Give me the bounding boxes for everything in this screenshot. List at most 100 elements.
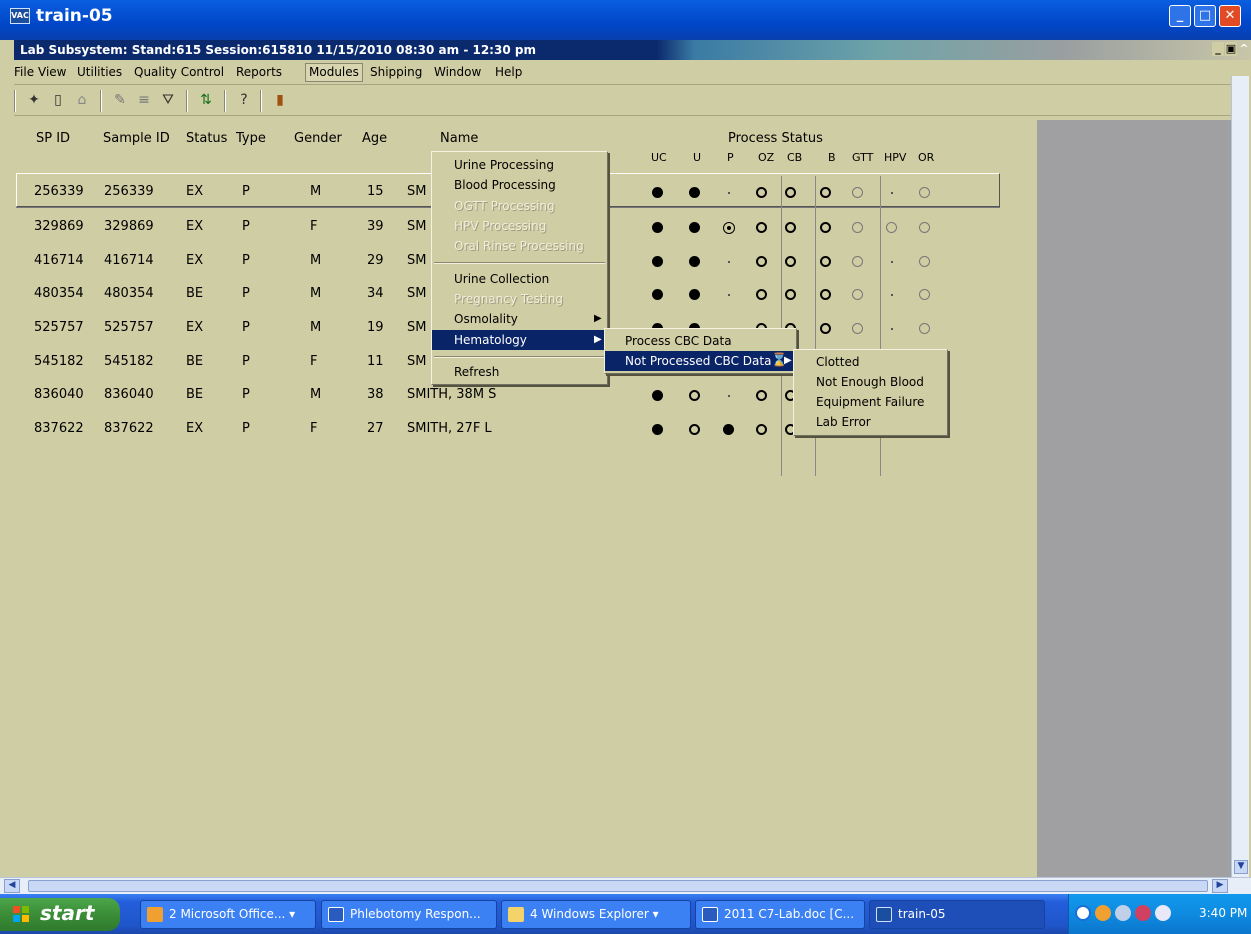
cell-name: SM — [407, 219, 427, 234]
cell-name: SM — [407, 253, 427, 268]
toolbar-separator — [186, 90, 188, 112]
menu-separator — [434, 262, 605, 264]
process-status-fill-icon — [652, 256, 663, 267]
menu-item-refresh[interactable]: Refresh — [432, 362, 607, 382]
menu-utilities[interactable]: Utilities — [77, 65, 122, 79]
task-word-doc[interactable]: 2011 C7-Lab.doc [C... — [695, 900, 865, 929]
task-label: 4 Windows Explorer — [530, 907, 649, 921]
outlook-tray-icon[interactable] — [1095, 905, 1111, 921]
tray-arrow-icon[interactable] — [1075, 905, 1091, 921]
window-title-bar[interactable]: VAC train-05 _ □ ✕ — [0, 0, 1251, 40]
submenu-arrow-icon: ▶ — [594, 313, 602, 324]
menu-item-hematology[interactable]: Hematology — [432, 330, 607, 350]
col-header-gender: Gender — [294, 131, 342, 146]
scroll-up-icon[interactable]: ^ — [1238, 42, 1250, 56]
process-status-ringlite-icon — [919, 187, 930, 198]
exit-icon[interactable]: ▮ — [270, 90, 290, 110]
shipping-icon[interactable]: ⛛ — [158, 90, 178, 110]
cell-status: EX — [186, 219, 204, 234]
start-label: start — [40, 901, 95, 925]
menu-item-urine-collection[interactable]: Urine Collection — [432, 269, 607, 289]
menu-view[interactable]: View — [38, 65, 66, 79]
edit-icon[interactable]: ✎ — [110, 90, 130, 110]
clipboard-icon[interactable]: ▯ — [48, 90, 68, 110]
mdi-window-controls[interactable]: _ ▣ ^ — [1210, 42, 1250, 58]
horizontal-scroll-thumb[interactable] — [28, 880, 1208, 892]
process-status-ringlite-icon — [919, 222, 930, 233]
scroll-right-icon[interactable]: ▶ — [1212, 879, 1228, 893]
task-train-05[interactable]: train-05 — [869, 900, 1045, 929]
process-header-or: OR — [918, 151, 935, 164]
col-header-age: Age — [362, 131, 388, 146]
task-windows-explorer[interactable]: 4 Windows Explorer ▾ — [501, 900, 691, 929]
menu-reports[interactable]: Reports — [236, 65, 282, 79]
mdi-restore-icon[interactable]: ▣ — [1225, 42, 1237, 56]
process-header-uc: UC — [651, 151, 667, 164]
network-tray-icon[interactable] — [1135, 905, 1151, 921]
cell-sp-id: 545182 — [34, 354, 84, 369]
cell-gender: F — [310, 354, 318, 369]
toolbar-grip — [14, 90, 16, 112]
process-status-dot-icon — [723, 256, 735, 268]
menu-item-urine-processing[interactable]: Urine Processing — [432, 155, 607, 175]
process-status-ring-icon — [785, 222, 796, 233]
cell-status: EX — [186, 253, 204, 268]
menu-item-osmolality[interactable]: Osmolality — [432, 309, 607, 329]
process-status-ring-icon — [785, 187, 796, 198]
process-status-fill-icon — [652, 187, 663, 198]
process-status-ring-icon — [689, 424, 700, 435]
cell-sample-id: 525757 — [104, 320, 154, 335]
cell-age: 39 — [367, 219, 384, 234]
menu-window[interactable]: Window — [434, 65, 481, 79]
new-icon[interactable]: ✦ — [24, 90, 44, 110]
maximize-button[interactable]: □ — [1194, 5, 1216, 27]
cell-type: P — [242, 421, 250, 436]
process-status-fill-icon — [689, 256, 700, 267]
hematology-submenu: Process CBC Data Not Processed CBC Data … — [604, 328, 797, 374]
menu-modules[interactable]: Modules — [305, 63, 363, 82]
cell-gender: M — [310, 286, 322, 301]
cell-status: EX — [186, 184, 204, 199]
menu-quality-control[interactable]: Quality Control — [134, 65, 224, 79]
menu-item-lab-error[interactable]: Lab Error — [794, 412, 947, 432]
task-microsoft-office[interactable]: 2 Microsoft Office... ▾ — [140, 900, 316, 929]
help-icon[interactable]: ? — [234, 90, 254, 110]
horizontal-scrollbar[interactable]: ◀ ▶ — [0, 877, 1251, 894]
exchange-icon[interactable]: ⇅ — [196, 90, 216, 110]
java-tray-icon[interactable] — [1115, 905, 1131, 921]
menu-item-oral-rinse-processing: Oral Rinse Processing — [454, 239, 584, 253]
minimize-button[interactable]: _ — [1169, 5, 1191, 27]
cell-gender: M — [310, 387, 322, 402]
process-status-ring-icon — [756, 256, 767, 267]
menu-item-clotted[interactable]: Clotted — [794, 352, 947, 372]
menu-help[interactable]: Help — [495, 65, 522, 79]
scroll-left-icon[interactable]: ◀ — [4, 879, 20, 893]
task-phlebotomy[interactable]: Phlebotomy Respon... — [321, 900, 497, 929]
menu-item-not-processed-cbc-data[interactable]: Not Processed CBC Data — [605, 351, 796, 371]
menu-item-equipment-failure[interactable]: Equipment Failure — [794, 392, 947, 412]
start-button[interactable]: start — [0, 898, 120, 931]
menu-item-process-cbc-data[interactable]: Process CBC Data — [605, 331, 796, 351]
mdi-minimize-icon[interactable]: _ — [1212, 42, 1224, 56]
process-status-dot-icon — [886, 323, 898, 335]
process-header-gtt: GTT — [852, 151, 874, 164]
inner-title-bar[interactable]: Lab Subsystem: Stand:615 Session:615810 … — [14, 40, 1251, 60]
cell-gender: F — [310, 219, 318, 234]
cell-age: 29 — [367, 253, 384, 268]
cell-age: 15 — [367, 184, 384, 199]
menu-item-hpv-processing: HPV Processing — [454, 219, 547, 233]
open-folder-icon[interactable]: ⌂ — [72, 90, 92, 110]
vertical-scrollbar[interactable]: ▼ — [1231, 76, 1249, 877]
scroll-down-icon[interactable]: ▼ — [1234, 860, 1248, 874]
menu-shipping[interactable]: Shipping — [370, 65, 422, 79]
process-status-fill-icon — [652, 424, 663, 435]
cell-sample-id: 480354 — [104, 286, 154, 301]
menu-item-not-enough-blood[interactable]: Not Enough Blood — [794, 372, 947, 392]
process-status-ring-icon — [820, 256, 831, 267]
close-button[interactable]: ✕ — [1219, 5, 1241, 27]
clock: 3:40 PM — [1199, 906, 1248, 920]
menu-file[interactable]: File — [14, 65, 34, 79]
menu-item-blood-processing[interactable]: Blood Processing — [432, 175, 607, 195]
cursor-tray-icon[interactable] — [1155, 905, 1171, 921]
list-icon[interactable]: ≡ — [134, 90, 154, 110]
